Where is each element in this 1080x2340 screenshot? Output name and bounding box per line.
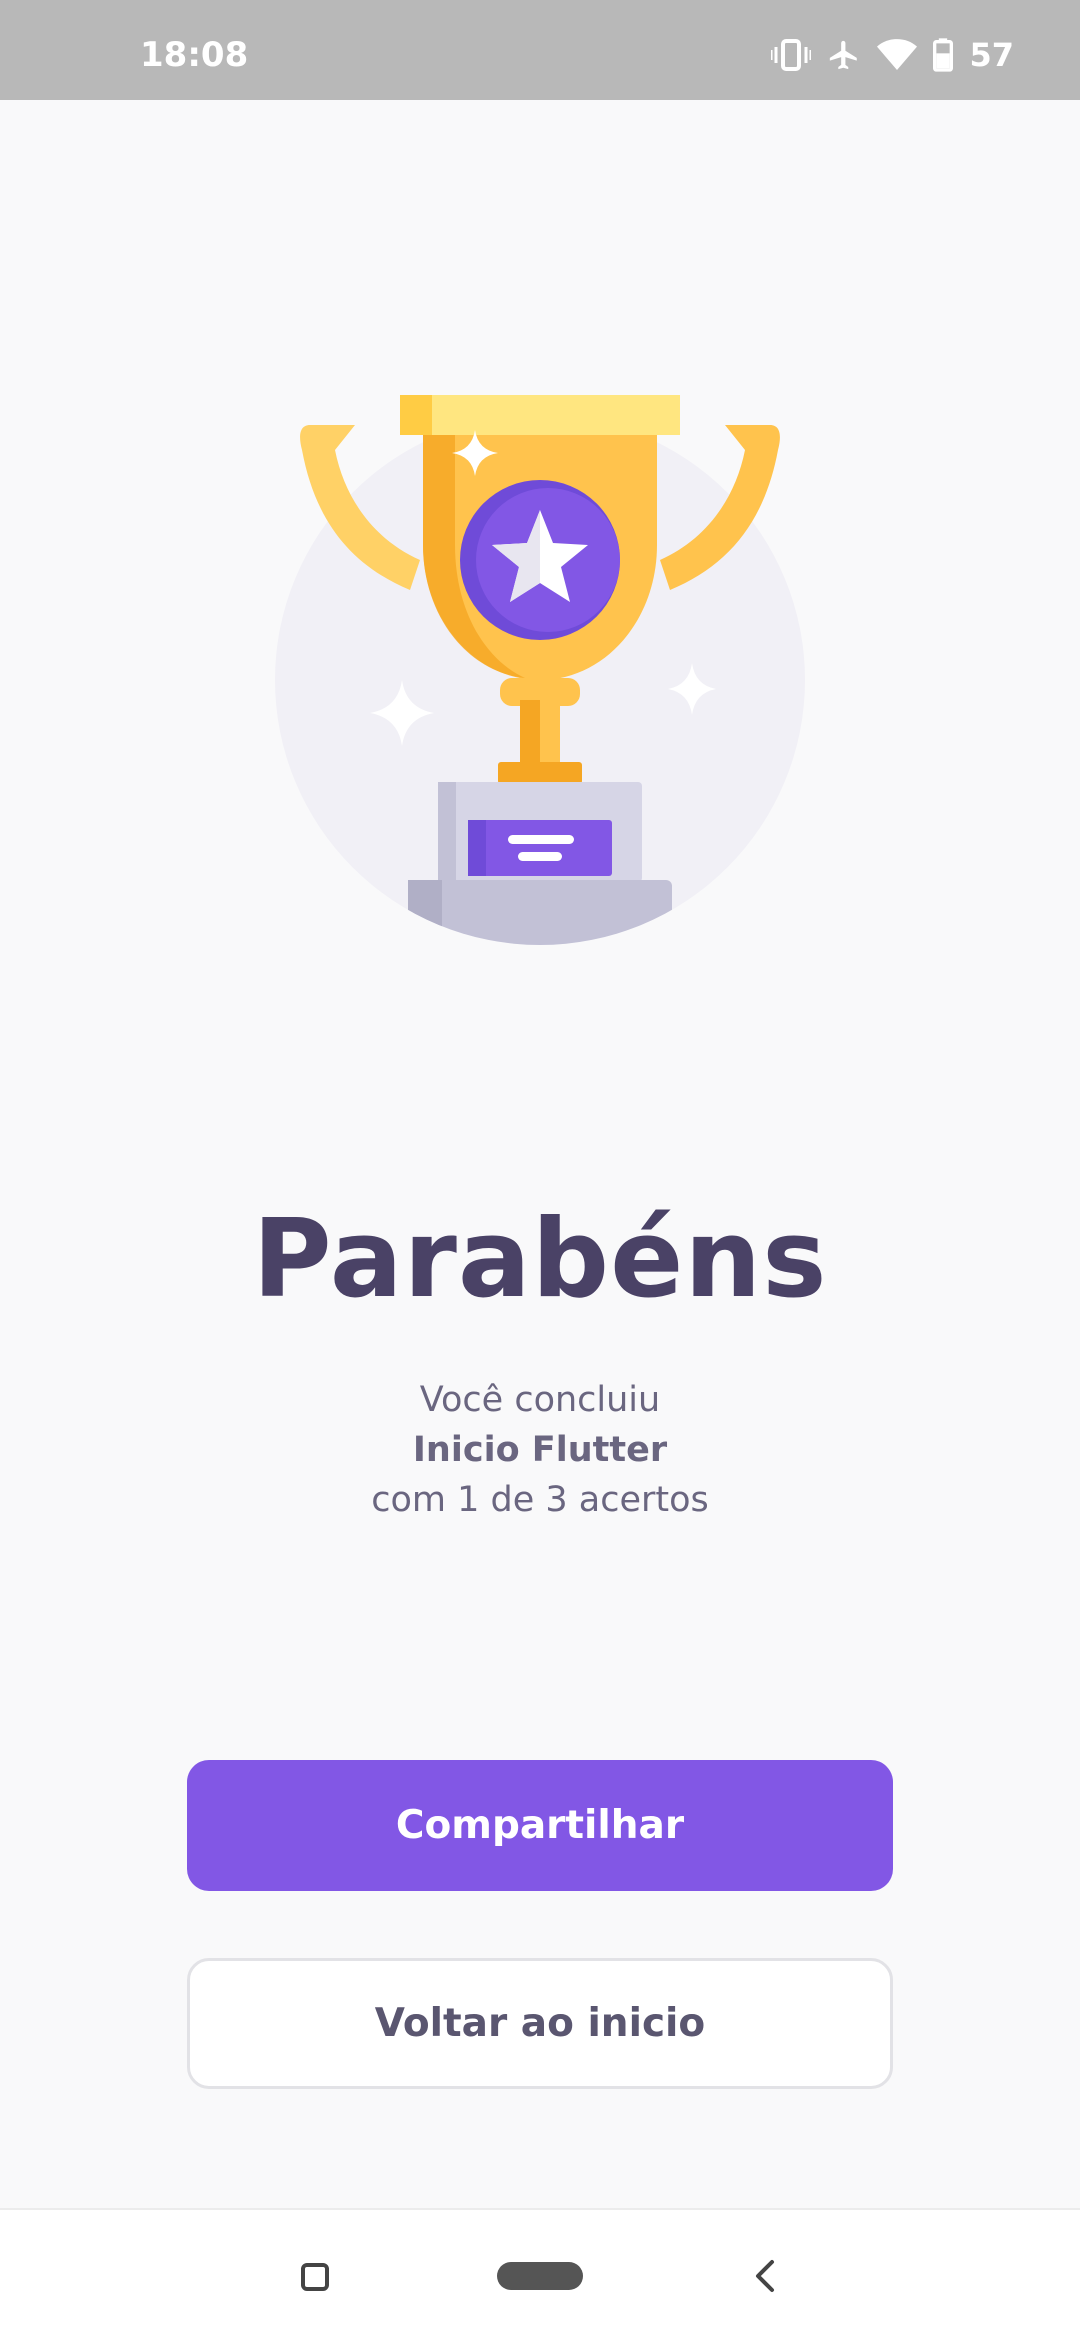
battery-level: 57	[969, 36, 1014, 74]
home-pill-icon[interactable]	[497, 2262, 583, 2290]
plaque-line	[508, 835, 574, 844]
score-text: com 1 de 3 acertos	[371, 1480, 709, 1520]
battery-icon	[933, 38, 954, 72]
back-icon[interactable]	[750, 2256, 780, 2296]
course-name: Inicio Flutter	[412, 1430, 668, 1470]
trophy-illustration	[275, 395, 805, 945]
completion-text: Você concluiu	[419, 1380, 661, 1420]
trophy-stem-light	[540, 700, 560, 770]
trophy-pedestal-shade	[408, 880, 442, 945]
page-title: Parabéns	[252, 1197, 828, 1322]
status-time: 18:08	[140, 35, 249, 75]
recents-icon[interactable]	[300, 2262, 330, 2292]
status-icons: 57	[771, 38, 1014, 72]
share-button[interactable]: Compartilhar	[187, 1760, 893, 1891]
vibrate-icon	[771, 39, 812, 71]
system-navigation-bar	[0, 2208, 1080, 2340]
trophy-plaque	[468, 820, 612, 876]
trophy-rim	[400, 395, 680, 435]
trophy-base-shade	[438, 782, 456, 882]
wifi-icon	[877, 39, 918, 70]
trophy-rim-shade	[400, 395, 432, 435]
result-summary: Você concluiu Inicio Flutter com 1 de 3 …	[0, 1375, 1080, 1525]
plaque-line	[518, 852, 562, 861]
back-to-start-button[interactable]: Voltar ao inicio	[187, 1958, 893, 2089]
trophy-stem-base	[498, 762, 582, 784]
trophy-pedestal	[408, 880, 672, 945]
status-bar: 18:08 57	[0, 0, 1080, 100]
trophy-plaque-shade	[468, 820, 486, 876]
airplane-mode-icon	[830, 40, 858, 70]
